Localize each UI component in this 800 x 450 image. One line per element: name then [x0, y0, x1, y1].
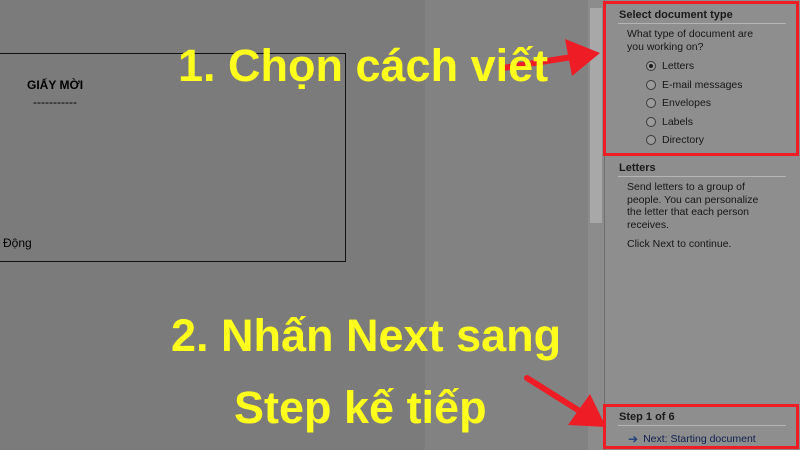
annotation-step-2-line-1: 2. Nhấn Next sang — [171, 310, 562, 361]
annotation-step-2-line-2: Step kế tiếp — [234, 382, 487, 433]
arrow-head-1 — [565, 39, 600, 76]
annotation-step-1: 1. Chọn cách viết — [178, 40, 549, 91]
arrow-line-2 — [524, 375, 581, 413]
